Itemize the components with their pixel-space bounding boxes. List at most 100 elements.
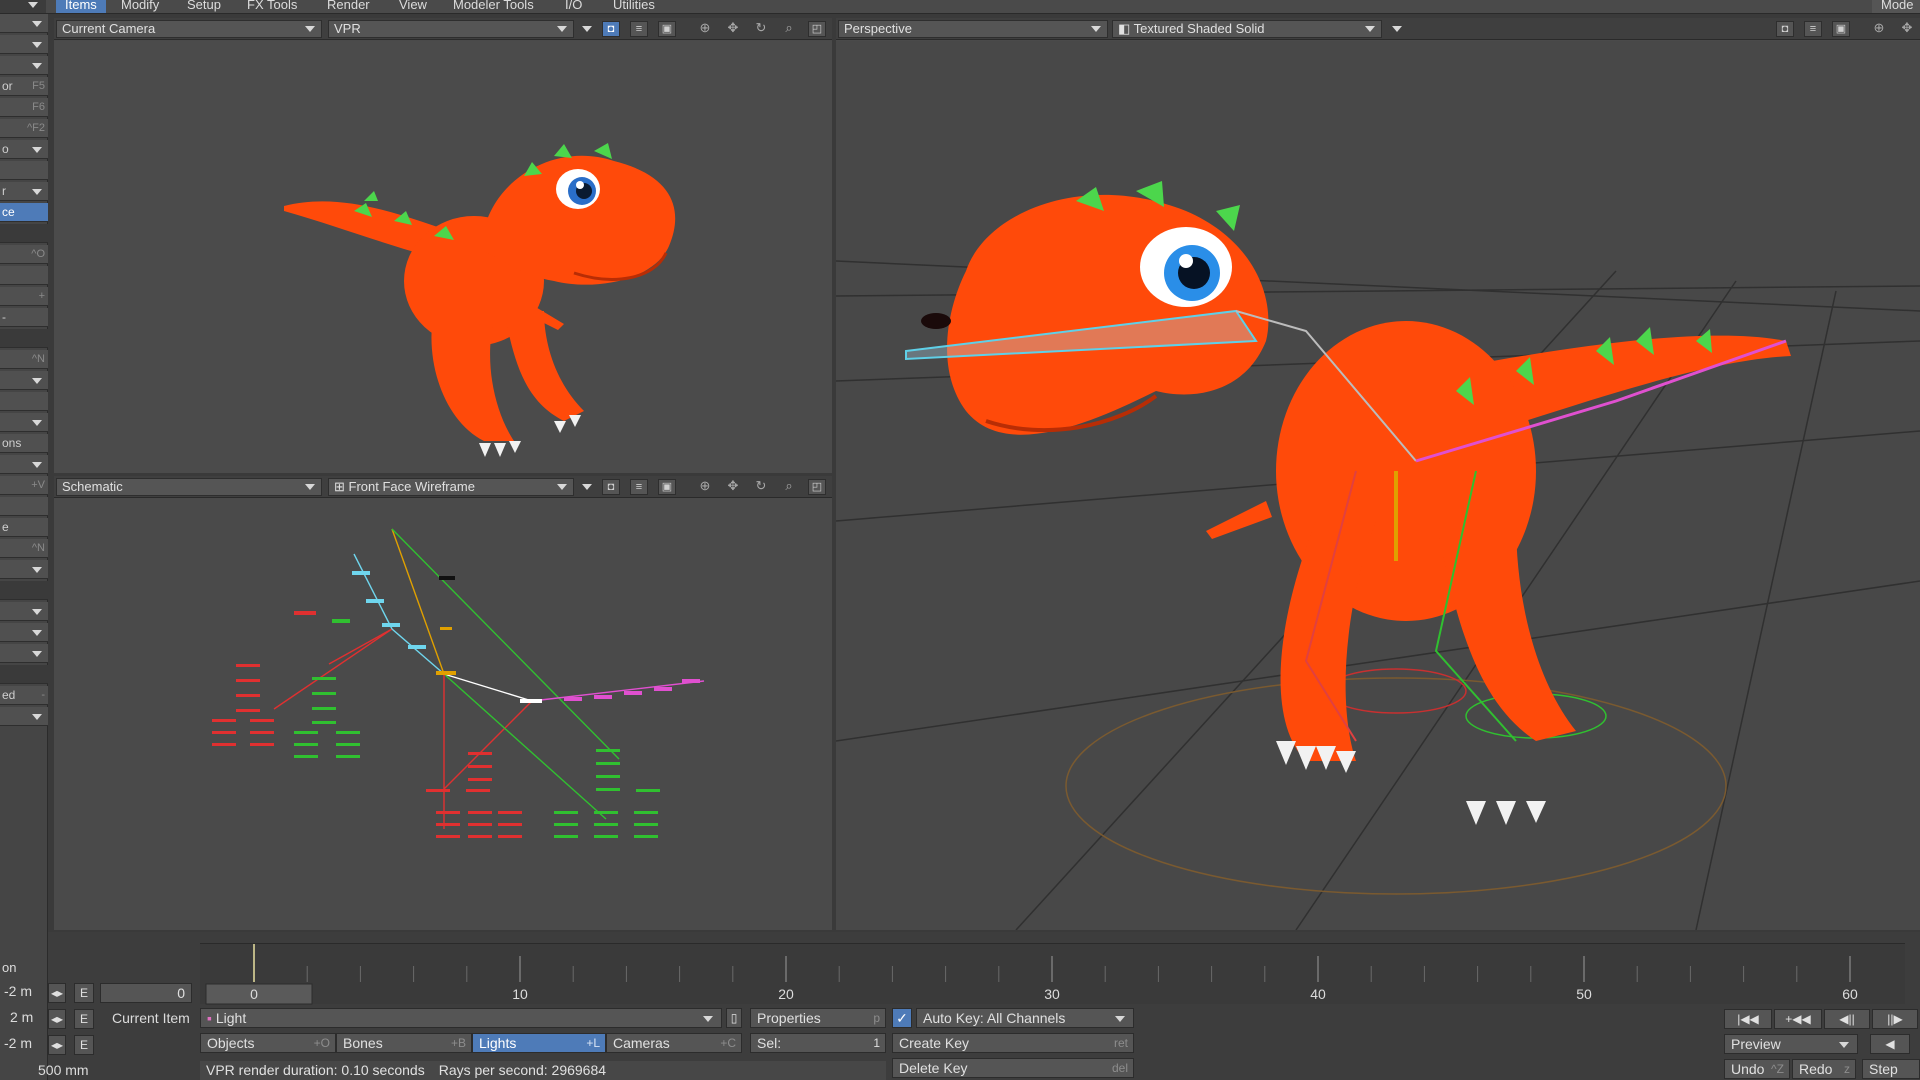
left-toolbar-item[interactable]	[0, 266, 48, 285]
delete-key-button[interactable]: Delete Key del	[892, 1058, 1134, 1078]
left-toolbar-item[interactable]: +V	[0, 476, 48, 495]
properties-button[interactable]: Properties p	[750, 1008, 886, 1028]
viewport-perspective[interactable]: Perspective ◧ Textured Shaded Solid ◘ ≡ …	[836, 18, 1920, 930]
redo-button[interactable]: Redo z	[1792, 1059, 1856, 1079]
save-icon[interactable]: ▣	[658, 21, 676, 37]
left-toolbar-item[interactable]: +	[0, 287, 48, 306]
menu-io[interactable]: I/O	[556, 0, 591, 13]
left-toolbar-item[interactable]	[0, 707, 48, 726]
chevron-down-icon[interactable]	[1388, 21, 1406, 37]
play-reverse-button[interactable]: ◀	[1870, 1034, 1910, 1054]
create-key-button[interactable]: Create Key ret	[892, 1033, 1134, 1053]
tab-bones[interactable]: Bones +B	[336, 1033, 472, 1053]
schematic-area[interactable]	[54, 499, 832, 930]
menu-setup[interactable]: Setup	[178, 0, 230, 13]
rotate-icon[interactable]: ↻	[752, 479, 770, 495]
menu-collapse[interactable]	[0, 0, 46, 13]
auto-key-checkbox[interactable]: ✓	[892, 1008, 912, 1028]
menu-render[interactable]: Render	[318, 0, 379, 13]
left-toolbar-item[interactable]	[0, 644, 48, 663]
left-toolbar-item[interactable]	[0, 560, 48, 579]
menu-modify[interactable]: Modify	[112, 0, 168, 13]
render-mode-dropdown[interactable]: ⊞ Front Face Wireframe	[328, 478, 574, 496]
move-view-icon[interactable]: ✥	[1898, 21, 1916, 37]
left-toolbar-item[interactable]	[0, 371, 48, 390]
auto-key-dropdown[interactable]: Auto Key: All Channels	[916, 1008, 1134, 1028]
viewport-schematic[interactable]: Schematic ⊞ Front Face Wireframe ◘ ≡ ▣ ⊕…	[54, 476, 832, 930]
left-toolbar-item[interactable]: ed -	[0, 686, 48, 705]
left-toolbar-item[interactable]	[0, 56, 48, 75]
save-icon[interactable]: ▣	[1832, 21, 1850, 37]
left-toolbar-item[interactable]	[0, 35, 48, 54]
left-toolbar-item[interactable]	[0, 623, 48, 642]
move-view-icon[interactable]: ✥	[724, 479, 742, 495]
camera-icon[interactable]: ◘	[602, 21, 620, 37]
menu-utilities[interactable]: Utilities	[604, 0, 664, 13]
camera-render-area[interactable]	[54, 41, 832, 473]
list-icon[interactable]: ≡	[630, 21, 648, 37]
left-toolbar-item[interactable]: -	[0, 308, 48, 327]
chevron-down-icon[interactable]	[578, 479, 596, 495]
view-type-dropdown[interactable]: Current Camera	[56, 20, 322, 38]
left-toolbar-item[interactable]: o	[0, 140, 48, 159]
x-envelope-button[interactable]: E	[74, 983, 94, 1003]
left-toolbar-item[interactable]	[0, 455, 48, 474]
z-step-icon[interactable]: ◂▸	[48, 1035, 66, 1055]
left-toolbar-item[interactable]	[0, 497, 48, 516]
y-step-icon[interactable]: ◂▸	[48, 1009, 66, 1029]
camera-icon[interactable]: ◘	[602, 479, 620, 495]
left-toolbar-item[interactable]: ^N	[0, 539, 48, 558]
left-toolbar-item[interactable]: ^N	[0, 350, 48, 369]
tab-lights[interactable]: Lights +L	[472, 1033, 606, 1053]
y-envelope-button[interactable]: E	[74, 1009, 94, 1029]
render-mode-dropdown[interactable]: ◧ Textured Shaded Solid	[1112, 20, 1382, 38]
left-toolbar-item[interactable]: ce	[0, 203, 48, 222]
perspective-area[interactable]	[836, 41, 1920, 930]
rotate-view-icon[interactable]: ⊕	[696, 479, 714, 495]
menu-modeler-tools[interactable]: Modeler Tools	[444, 0, 543, 13]
rotate-view-icon[interactable]: ⊕	[1870, 21, 1888, 37]
rotate-view-icon[interactable]: ⊕	[696, 21, 714, 37]
current-item-dropdown[interactable]: ▪ Light	[200, 1008, 722, 1028]
left-toolbar-item[interactable]: ^O	[0, 245, 48, 264]
timeline[interactable]: 0 10 20 30 40 50 60	[200, 943, 1905, 1005]
preview-dropdown[interactable]: Preview	[1724, 1034, 1858, 1054]
z-envelope-button[interactable]: E	[74, 1035, 94, 1055]
step-forward-button[interactable]: ||▶	[1872, 1009, 1918, 1029]
menu-fx-tools[interactable]: FX Tools	[238, 0, 306, 13]
left-toolbar-item[interactable]	[0, 329, 48, 348]
view-type-dropdown[interactable]: Schematic	[56, 478, 322, 496]
view-type-dropdown[interactable]: Perspective	[838, 20, 1108, 38]
maximize-icon[interactable]: ◰	[808, 479, 826, 495]
menu-view[interactable]: View	[390, 0, 436, 13]
left-toolbar-item[interactable]: F6	[0, 98, 48, 117]
left-toolbar-item[interactable]	[0, 665, 48, 684]
render-mode-dropdown[interactable]: VPR	[328, 20, 574, 38]
maximize-icon[interactable]: ◰	[808, 21, 826, 37]
left-toolbar-item[interactable]: ons	[0, 434, 48, 453]
left-toolbar-item[interactable]	[0, 392, 48, 411]
left-toolbar-item[interactable]: or F5	[0, 77, 48, 96]
go-to-start-button[interactable]: |◀◀	[1724, 1009, 1772, 1029]
list-icon[interactable]: ≡	[1804, 21, 1822, 37]
previous-key-button[interactable]: +◀◀	[1774, 1009, 1822, 1029]
left-toolbar-item[interactable]	[0, 161, 48, 180]
current-frame-slider[interactable]	[205, 983, 313, 1005]
x-step-icon[interactable]: ◂▸	[48, 983, 66, 1003]
tab-objects[interactable]: Objects +O	[200, 1033, 336, 1053]
zoom-icon[interactable]: ⌕	[780, 21, 798, 37]
left-toolbar-item[interactable]	[0, 581, 48, 600]
rotate-icon[interactable]: ↻	[752, 21, 770, 37]
left-toolbar-item[interactable]	[0, 14, 48, 33]
left-toolbar-item[interactable]: r	[0, 182, 48, 201]
step-back-button[interactable]: ◀||	[1824, 1009, 1870, 1029]
left-toolbar-item[interactable]: e	[0, 518, 48, 537]
save-icon[interactable]: ▣	[658, 479, 676, 495]
step-button[interactable]: Step	[1862, 1059, 1920, 1079]
item-info-icon[interactable]: ▯	[726, 1008, 742, 1028]
viewport-camera[interactable]: Current Camera VPR ◘ ≡ ▣ ⊕ ✥ ↻ ⌕ ◰	[54, 18, 832, 473]
camera-icon[interactable]: ◘	[1776, 21, 1794, 37]
left-toolbar-item[interactable]: ^F2	[0, 119, 48, 138]
menu-items[interactable]: Items	[56, 0, 106, 13]
chevron-down-icon[interactable]	[578, 21, 596, 37]
